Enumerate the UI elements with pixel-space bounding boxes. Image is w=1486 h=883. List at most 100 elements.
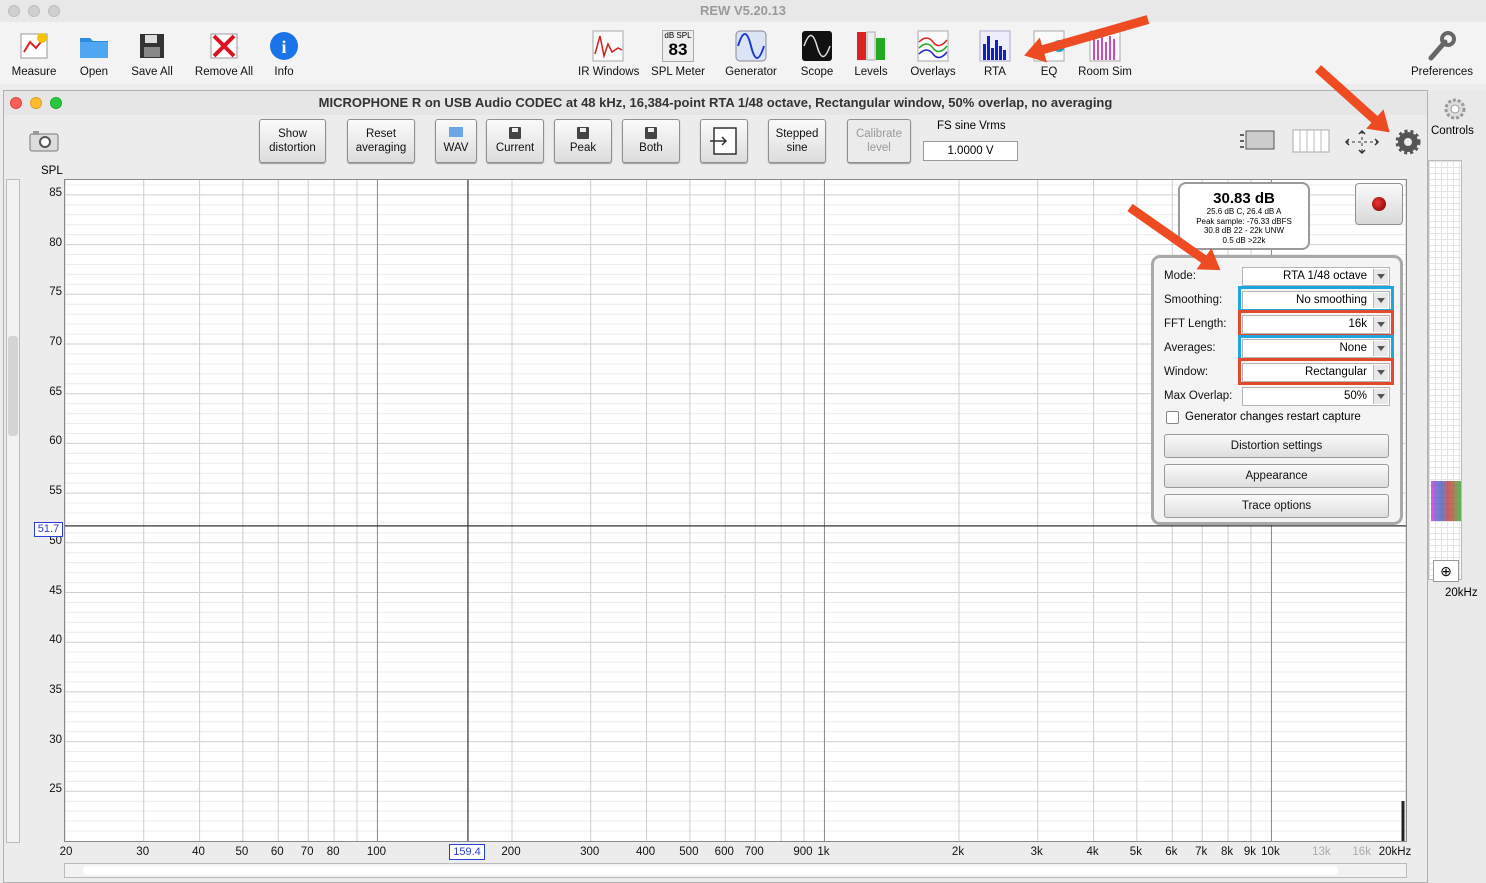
y-tick-label: 80 — [49, 236, 62, 249]
info-label: Info — [274, 66, 294, 78]
export-button[interactable] — [700, 119, 748, 163]
stepped-sine-button[interactable]: Stepped sine — [768, 119, 826, 163]
peak-button[interactable]: Peak — [554, 119, 612, 163]
trace-options-button[interactable]: Trace options — [1164, 494, 1389, 518]
measure-label: Measure — [11, 66, 57, 78]
max-overlap-select[interactable]: 50% — [1242, 387, 1390, 406]
x-tick-label: 300 — [580, 846, 600, 858]
appearance-button[interactable]: Appearance — [1164, 464, 1389, 488]
x-tick-label: 700 — [744, 846, 764, 858]
x-tick-label: 200 — [501, 846, 521, 858]
overlays-icon — [917, 30, 949, 62]
x-tick-label: 20kHz — [1378, 846, 1412, 858]
preferences-button[interactable]: Preferences — [1411, 28, 1473, 82]
app-title: REW V5.20.13 — [700, 3, 786, 18]
ir-windows-button[interactable]: IR Windows — [578, 28, 639, 82]
smoothing-label: Smoothing: — [1164, 294, 1223, 306]
cursor-y-value: 51.7 — [34, 522, 63, 537]
remove-all-button[interactable]: Remove All — [195, 28, 253, 82]
x-tick-label: 5k — [1129, 846, 1142, 858]
controls-label: Controls — [1431, 125, 1474, 137]
show-distortion-label: Show distortion — [269, 128, 316, 154]
reset-averaging-button[interactable]: Reset averaging — [347, 119, 415, 163]
graph-layout-icon[interactable] — [1239, 127, 1277, 155]
x-tick-label: 8k — [1221, 846, 1234, 858]
both-button[interactable]: Both — [622, 119, 680, 163]
save-icon — [645, 127, 657, 139]
y-tick-label: 65 — [49, 385, 62, 398]
x-tick-label: 900 — [793, 846, 813, 858]
x-tick-label: 500 — [679, 846, 699, 858]
show-distortion-button[interactable]: Show distortion — [259, 119, 326, 163]
vertical-scrollbar[interactable] — [6, 179, 20, 843]
remove-icon — [210, 33, 238, 59]
measure-button[interactable]: Measure — [12, 28, 56, 82]
levels-icon — [857, 31, 885, 61]
info-button[interactable]: i Info — [266, 28, 302, 82]
y-tick-label: 70 — [49, 336, 62, 348]
x-tick-label: 400 — [635, 846, 656, 858]
y-tick-label: 35 — [49, 683, 62, 696]
fft-length-highlight — [1238, 310, 1394, 337]
readout-weighted: 25.6 dB C, 26.4 dB A — [1206, 207, 1282, 216]
x-tick-label: 16k — [1352, 846, 1371, 858]
mode-select[interactable]: RTA 1/48 octave — [1242, 267, 1390, 286]
current-button[interactable]: Current — [486, 119, 544, 163]
x-tick-label: 9k — [1243, 846, 1257, 858]
save-all-label: Save All — [131, 66, 173, 78]
rta-controls-panel: Mode: RTA 1/48 octave Smoothing: No smoo… — [1151, 255, 1403, 525]
zoom-in-icon[interactable]: ⊕ — [1433, 560, 1459, 582]
info-icon: i — [270, 32, 298, 60]
rta-icon — [979, 30, 1011, 62]
x-tick-label: 70 — [300, 846, 314, 858]
save-icon — [509, 127, 521, 139]
rta-titlebar: MICROPHONE R on USB Audio CODEC at 48 kH… — [4, 91, 1427, 115]
main-toolbar: Measure Open Save All Remove All i Info … — [0, 22, 1486, 84]
x-tick-label: 13k — [1312, 846, 1331, 858]
generator-button[interactable]: Generator — [725, 28, 777, 82]
wav-button[interactable]: WAV — [435, 119, 477, 163]
ir-windows-label: IR Windows — [578, 66, 640, 78]
ir-icon — [592, 30, 624, 62]
spl-meter-button[interactable]: dB SPL 83 SPL Meter — [651, 28, 705, 82]
columns-icon[interactable] — [1292, 129, 1330, 153]
scope-label: Scope — [800, 66, 834, 78]
x-tick-label: 10k — [1261, 846, 1280, 858]
export-icon — [710, 127, 737, 155]
horizontal-scrollbar[interactable] — [64, 863, 1407, 878]
rta-button[interactable]: RTA — [975, 28, 1015, 82]
y-tick-label: 40 — [49, 634, 62, 647]
calibrate-level-button[interactable]: Calibrate level — [847, 119, 911, 163]
max-overlap-row: Max Overlap: 50% — [1164, 387, 1394, 407]
svg-text:i: i — [281, 37, 286, 57]
save-all-button[interactable]: Save All — [131, 28, 173, 82]
vertical-scroll-thumb[interactable] — [8, 336, 18, 436]
gear-icon[interactable] — [1395, 129, 1421, 155]
x-tick-label: 1k — [817, 846, 830, 858]
window-label: Window: — [1164, 366, 1209, 378]
rta-window-title: MICROPHONE R on USB Audio CODEC at 48 kH… — [318, 95, 1113, 110]
max-overlap-value: 50% — [1343, 390, 1367, 402]
levels-button[interactable]: Levels — [851, 28, 891, 82]
save-icon — [577, 127, 589, 139]
x-tick-label: 2k — [951, 846, 965, 858]
horizontal-scroll-thumb[interactable] — [83, 866, 1338, 875]
camera-icon[interactable] — [28, 129, 60, 153]
distortion-settings-button[interactable]: Distortion settings — [1164, 434, 1389, 458]
fs-sine-input[interactable]: 1.0000 V — [923, 141, 1018, 161]
current-label: Current — [495, 142, 535, 154]
chevron-down-icon — [1373, 269, 1388, 284]
averages-label: Averages: — [1164, 342, 1216, 354]
x-tick-label: 40 — [192, 846, 205, 858]
record-button[interactable] — [1355, 183, 1403, 225]
open-button[interactable]: Open — [74, 28, 114, 82]
overlays-button[interactable]: Overlays — [910, 28, 956, 82]
main-titlebar: REW V5.20.13 — [0, 0, 1486, 22]
generator-restart-checkbox[interactable] — [1166, 411, 1179, 424]
remove-all-label: Remove All — [194, 66, 254, 78]
x-tick-label: 600 — [714, 846, 734, 858]
scope-button[interactable]: Scope — [797, 28, 837, 82]
controls-gear-icon[interactable] — [1442, 96, 1468, 122]
spl-meter-label: SPL Meter — [651, 66, 705, 78]
stepped-sine-label: Stepped sine — [775, 128, 819, 154]
